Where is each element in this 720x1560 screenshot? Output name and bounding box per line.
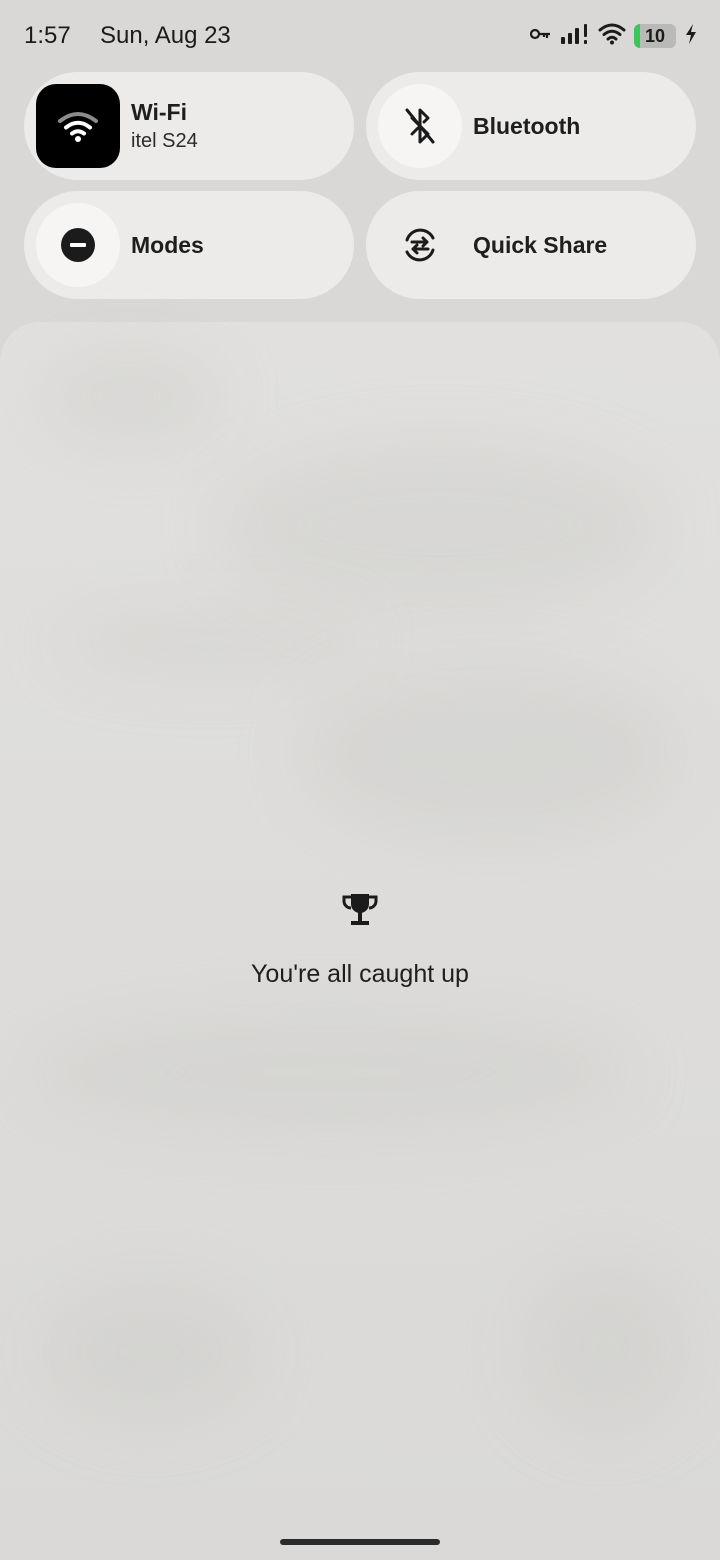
quick-share-icon <box>405 228 435 262</box>
status-date: Sun, Aug 23 <box>100 22 231 49</box>
blur-decoration <box>40 352 220 442</box>
signal-icon <box>560 23 590 50</box>
quick-share-toggle[interactable] <box>378 203 462 287</box>
wifi-label: Wi-Fi <box>131 99 187 125</box>
bluetooth-off-icon <box>405 108 435 144</box>
vpn-key-icon <box>529 27 552 46</box>
empty-state-message: You're all caught up <box>251 960 469 988</box>
tile-modes[interactable]: Modes <box>24 191 354 299</box>
modes-toggle[interactable] <box>36 203 120 287</box>
status-time: 1:57 <box>24 22 71 49</box>
empty-state: You're all caught up <box>0 890 720 989</box>
bluetooth-toggle[interactable] <box>378 84 462 168</box>
status-icons: 10 <box>529 22 698 50</box>
wifi-icon <box>598 23 626 50</box>
home-indicator[interactable] <box>280 1539 440 1545</box>
tile-quick-share[interactable]: Quick Share <box>366 191 696 299</box>
blur-decoration <box>60 612 360 672</box>
do-not-disturb-icon <box>61 228 95 262</box>
trophy-icon <box>342 894 378 925</box>
battery-icon: 10 <box>634 24 676 48</box>
quick-share-label: Quick Share <box>473 231 608 258</box>
wifi-toggle[interactable] <box>36 84 120 168</box>
blur-decoration <box>220 442 660 612</box>
blur-decoration <box>40 1282 260 1422</box>
battery-level: 10 <box>644 25 666 46</box>
blur-decoration <box>30 1012 630 1132</box>
wifi-icon <box>58 112 98 142</box>
bluetooth-label: Bluetooth <box>473 112 581 139</box>
blur-decoration <box>300 662 680 842</box>
modes-label: Modes <box>131 231 204 258</box>
charging-icon <box>684 23 698 50</box>
wifi-network-name: itel S24 <box>131 130 198 152</box>
blur-decoration <box>520 1262 690 1432</box>
tile-wifi[interactable]: Wi-Fi itel S24 <box>24 72 354 180</box>
tile-bluetooth[interactable]: Bluetooth <box>366 72 696 180</box>
